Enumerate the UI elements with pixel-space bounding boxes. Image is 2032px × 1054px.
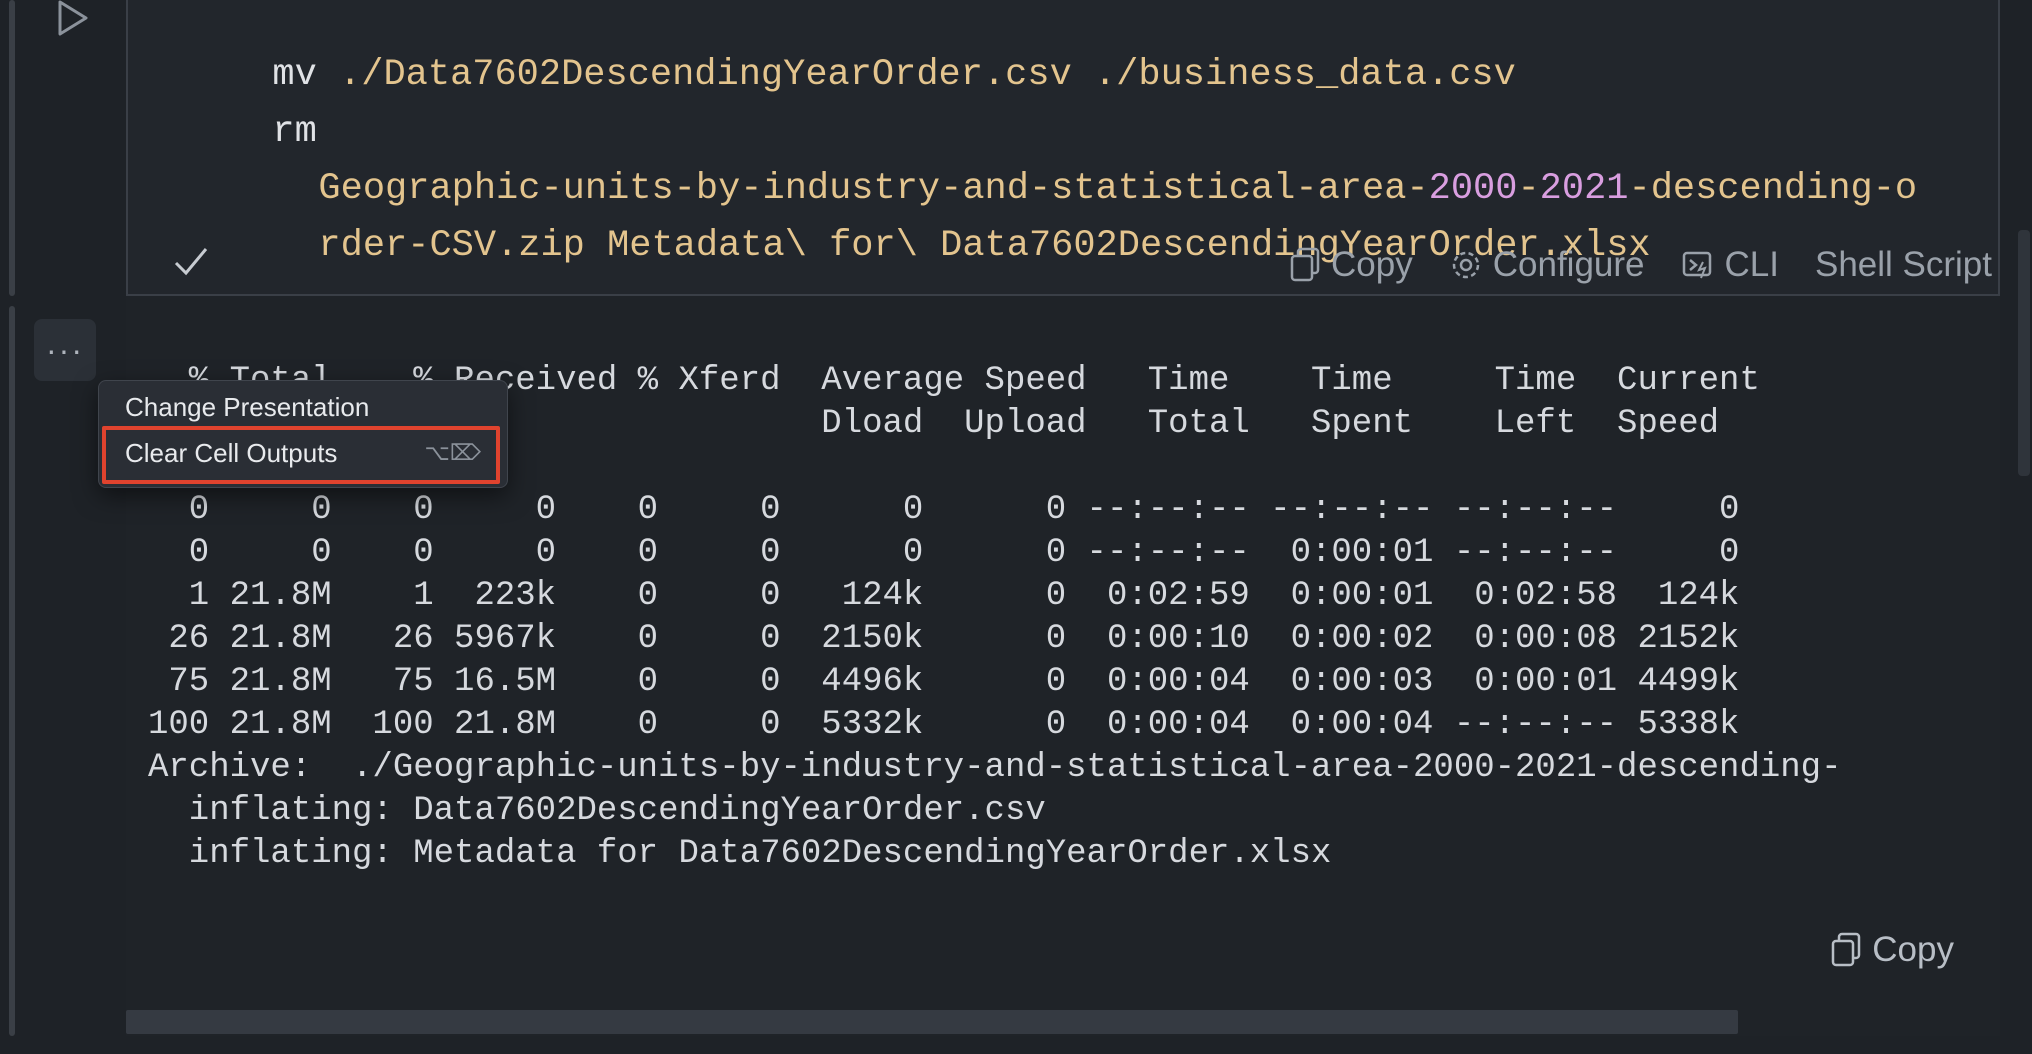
check-icon xyxy=(172,243,210,281)
cli-button[interactable]: CLI xyxy=(1681,245,1779,285)
copy-label: Copy xyxy=(1872,930,1954,969)
output-line: 0 0 0 0 0 0 0 0 --:--:-- 0:00:01 --:--:-… xyxy=(148,534,1740,572)
cli-label: CLI xyxy=(1724,245,1779,284)
copy-output-button[interactable]: Copy xyxy=(1830,925,1954,975)
cli-icon xyxy=(1682,251,1711,279)
ellipsis-icon: ··· xyxy=(46,332,84,368)
copy-icon xyxy=(1290,247,1320,282)
output-line: 1 21.8M 1 223k 0 0 124k 0 0:02:59 0:00:0… xyxy=(148,577,1740,615)
code-line-mv: mv ./Data7602DescendingYearOrder.csv ./b… xyxy=(228,0,1516,104)
cell-gutter: ··· xyxy=(0,0,126,1054)
copy-label: Copy xyxy=(1331,245,1413,284)
vertical-scrollbar-thumb[interactable] xyxy=(2018,230,2030,476)
cell-toolbar: Copy Configure CLI Shell Script xyxy=(1289,240,1992,290)
menu-item-change-presentation[interactable]: Change Presentation xyxy=(99,385,507,429)
output-line: 75 21.8M 75 16.5M 0 0 4496k 0 0:00:04 0:… xyxy=(148,663,1740,701)
output-line: inflating: Data7602DescendingYearOrder.c… xyxy=(148,792,1046,830)
shell-script-button[interactable]: Shell Script xyxy=(1815,245,1992,285)
gear-icon xyxy=(1452,251,1479,279)
copy-icon xyxy=(1832,932,1861,967)
horizontal-scrollbar-thumb[interactable] xyxy=(126,1010,1738,1034)
output-focus-bar xyxy=(9,306,15,1036)
copy-code-button[interactable]: Copy xyxy=(1289,245,1413,285)
more-actions-button[interactable]: ··· xyxy=(34,319,96,381)
output-line: inflating: Metadata for Data7602Descendi… xyxy=(148,835,1332,873)
output-line: Archive: ./Geographic-units-by-industry-… xyxy=(148,749,1842,787)
output-line: 0 0 0 0 0 0 0 0 --:--:-- --:--:-- --:--:… xyxy=(148,491,1740,529)
highlight-annotation xyxy=(102,426,500,484)
menu-item-label: Change Presentation xyxy=(125,391,370,422)
run-cell-button[interactable] xyxy=(52,0,92,40)
cell-focus-bar xyxy=(9,0,15,296)
output-line: 26 21.8M 26 5967k 0 0 2150k 0 0:00:10 0:… xyxy=(148,620,1740,658)
code-text: -descending-o xyxy=(1628,168,1918,210)
shell-script-label: Shell Script xyxy=(1814,245,1992,284)
configure-button[interactable]: Configure xyxy=(1449,245,1645,285)
output-line: 100 21.8M 100 21.8M 0 0 5332k 0 0:00:04 … xyxy=(148,706,1740,744)
play-icon xyxy=(58,0,88,36)
code-argument: ./Data7602DescendingYearOrder.csv ./busi… xyxy=(339,54,1516,96)
configure-label: Configure xyxy=(1492,245,1645,284)
